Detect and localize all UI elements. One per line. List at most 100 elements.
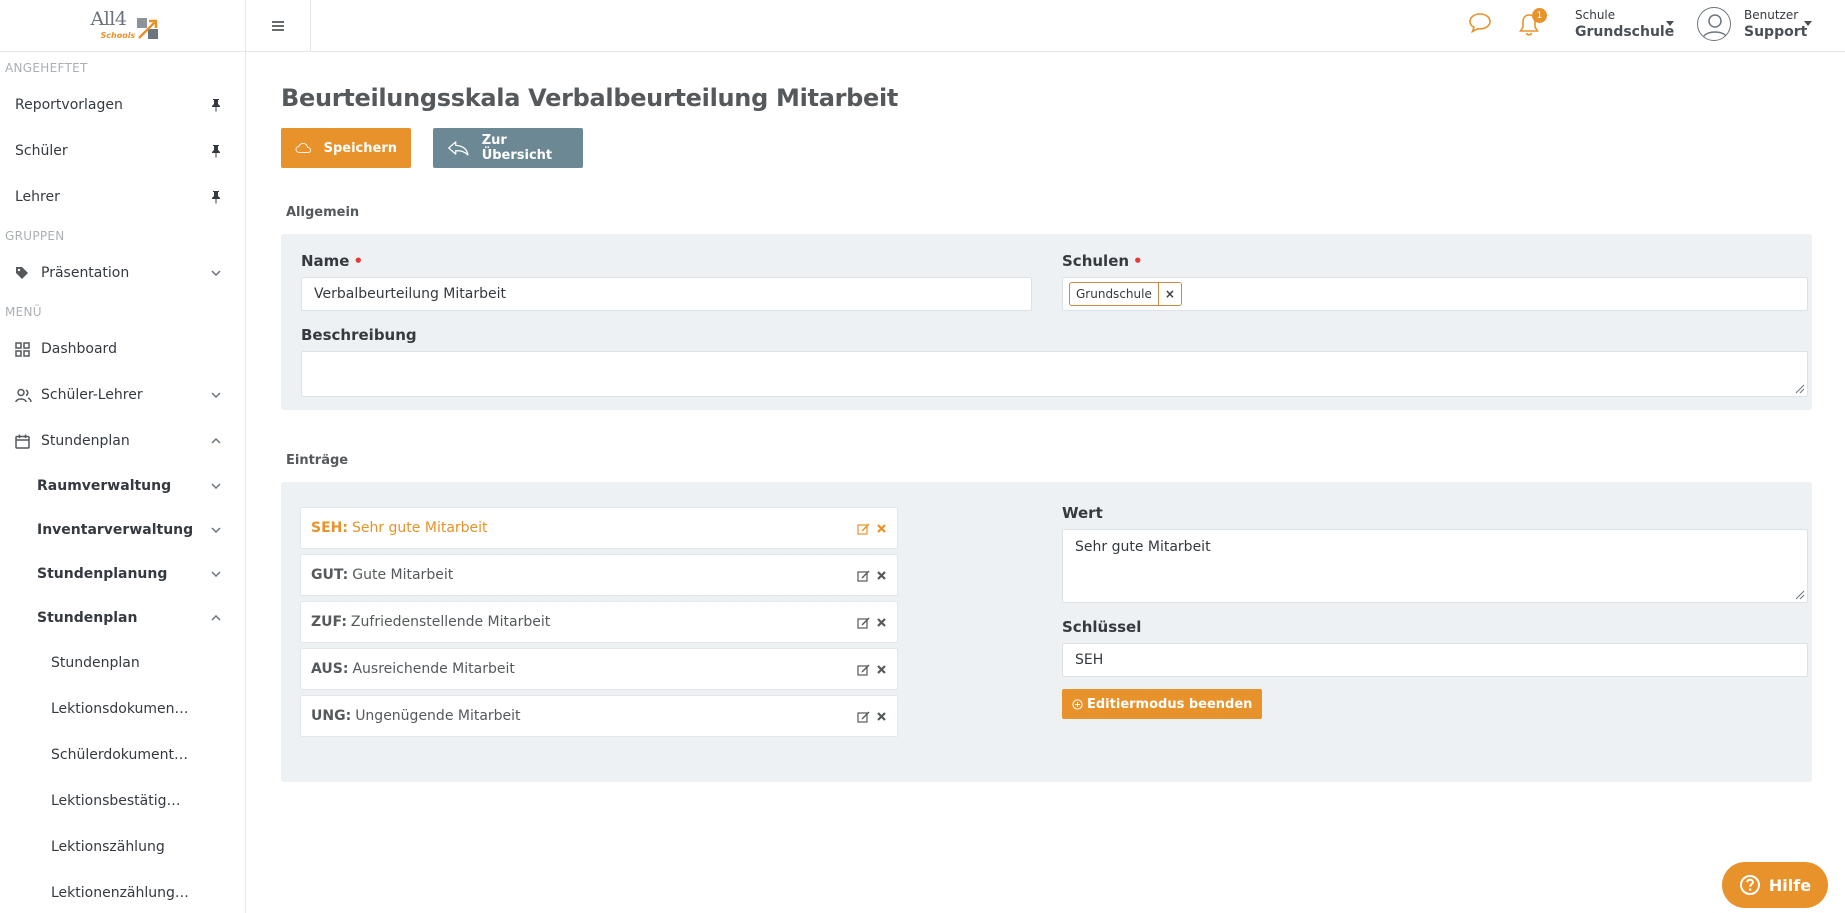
entry-row[interactable]: SEH: Sehr gute Mitarbeit bbox=[300, 507, 898, 549]
logo-box: All4 Schools bbox=[0, 0, 245, 52]
user-select-label: Benutzer bbox=[1744, 8, 1799, 22]
name-input-value: Verbalbeurteilung Mitarbeit bbox=[314, 286, 506, 302]
notification-badge: 1 bbox=[1532, 8, 1547, 23]
sidebar-item-stundenplan[interactable]: Stundenplan bbox=[0, 418, 245, 464]
sidebar-item-label: Präsentation bbox=[41, 265, 130, 281]
sidebar-item-stundenplan-page[interactable]: Stundenplan bbox=[0, 640, 245, 686]
sidebar-item-praesentation[interactable]: Präsentation bbox=[0, 250, 245, 296]
sidebar-item-dashboard[interactable]: Dashboard bbox=[0, 326, 245, 372]
delete-icon[interactable] bbox=[876, 617, 887, 628]
hamburger-icon bbox=[272, 20, 284, 31]
school-tag: Grundschule × bbox=[1069, 282, 1182, 306]
back-to-overview-button[interactable]: Zur Übersicht bbox=[433, 128, 583, 168]
sidebar-item-lektionenzaehlung[interactable]: Lektionenzählung … bbox=[0, 870, 245, 913]
edit-icon[interactable] bbox=[857, 710, 870, 723]
resize-grip-icon[interactable] bbox=[1793, 382, 1805, 394]
logo-mark-icon bbox=[136, 17, 158, 39]
notifications-button[interactable]: 1 bbox=[1518, 8, 1547, 41]
sidebar-item-lehrer[interactable]: Lehrer bbox=[0, 174, 245, 220]
pin-icon[interactable] bbox=[209, 144, 223, 158]
sidebar-item-label: Lektionsdokument… bbox=[51, 701, 189, 717]
sidebar-item-stundenplan-group[interactable]: Stundenplan bbox=[0, 596, 245, 640]
sidebar-item-label: Lektionsbestätigu… bbox=[51, 793, 189, 809]
school-caret-icon bbox=[1666, 21, 1674, 26]
sidebar-item-lektionsdokumente[interactable]: Lektionsdokument… bbox=[0, 686, 245, 732]
sidebar-item-schueler-lehrer[interactable]: Schüler-Lehrer bbox=[0, 372, 245, 418]
entry-row[interactable]: AUS: Ausreichende Mitarbeit bbox=[300, 648, 898, 690]
user-select[interactable]: Benutzer Support bbox=[1744, 7, 1807, 41]
delete-icon[interactable] bbox=[876, 570, 887, 581]
sidebar-item-schueler[interactable]: Schüler bbox=[0, 128, 245, 174]
sidebar-item-inventarverwaltung[interactable]: Inventarverwaltung bbox=[0, 508, 245, 552]
edit-icon[interactable] bbox=[857, 663, 870, 676]
delete-icon[interactable] bbox=[876, 523, 887, 534]
entry-row[interactable]: ZUF: Zufriedenstellende Mitarbeit bbox=[300, 601, 898, 643]
sidebar-item-schuelerdokumente[interactable]: Schülerdokument… bbox=[0, 732, 245, 778]
resize-grip-icon[interactable] bbox=[1793, 588, 1805, 600]
sidebar-item-label: Lektionenzählung … bbox=[51, 885, 189, 901]
menu-section-title: MENÜ bbox=[5, 305, 42, 319]
pin-icon[interactable] bbox=[209, 190, 223, 204]
chat-button[interactable] bbox=[1468, 12, 1492, 38]
entry-actions bbox=[857, 522, 887, 535]
sidebar-item-label: Reportvorlagen bbox=[15, 97, 123, 113]
edit-icon[interactable] bbox=[857, 616, 870, 629]
sidebar-item-reportvorlagen[interactable]: Reportvorlagen bbox=[0, 82, 245, 128]
general-panel: Name • Verbalbeurteilung Mitarbeit Schule… bbox=[281, 234, 1812, 410]
sidebar-item-label: Stundenplan bbox=[41, 433, 130, 449]
pinned-section-title: ANGEHEFTET bbox=[5, 61, 88, 75]
sidebar-item-label: Schüler-Lehrer bbox=[41, 387, 143, 403]
pin-icon[interactable] bbox=[209, 98, 223, 112]
save-button-label: Speichern bbox=[323, 140, 397, 156]
logo-subtext: Schools bbox=[100, 30, 136, 40]
app-logo[interactable]: All4 Schools bbox=[83, 4, 163, 48]
end-edit-mode-button[interactable]: Editiermodus beenden bbox=[1062, 689, 1263, 719]
save-button[interactable]: Speichern bbox=[281, 128, 411, 168]
entry-actions bbox=[857, 616, 887, 629]
schools-multiselect[interactable]: Grundschule × bbox=[1062, 277, 1808, 311]
remove-tag-button[interactable]: × bbox=[1159, 287, 1181, 301]
entry-row[interactable]: GUT: Gute Mitarbeit bbox=[300, 554, 898, 596]
page-title: Beurteilungsskala Verbalbeurteilung Mita… bbox=[281, 84, 899, 112]
chevron-down-icon bbox=[209, 527, 223, 533]
delete-icon[interactable] bbox=[876, 711, 887, 722]
edit-icon[interactable] bbox=[857, 522, 870, 535]
entry-text: Ungenügende Mitarbeit bbox=[355, 708, 521, 724]
help-button[interactable]: Hilfe bbox=[1722, 862, 1828, 908]
section-general-title: Allgemein bbox=[286, 205, 360, 220]
sidebar-item-lektionsbestaetigung[interactable]: Lektionsbestätigu… bbox=[0, 778, 245, 824]
name-input[interactable]: Verbalbeurteilung Mitarbeit bbox=[301, 277, 1032, 311]
chat-icon bbox=[1469, 13, 1491, 34]
entry-key: AUS: bbox=[311, 661, 349, 677]
edit-icon[interactable] bbox=[857, 569, 870, 582]
sidebar-item-stundenplanung[interactable]: Stundenplanung bbox=[0, 552, 245, 596]
sidebar-item-label: Stundenplanung bbox=[37, 566, 168, 582]
key-input[interactable]: SEH bbox=[1062, 643, 1808, 677]
users-icon bbox=[15, 388, 41, 403]
entry-key: SEH: bbox=[311, 520, 348, 536]
reply-icon bbox=[448, 141, 469, 156]
school-tag-label: Grundschule bbox=[1070, 283, 1159, 305]
delete-icon[interactable] bbox=[876, 664, 887, 675]
sidebar: All4 Schools ANGEHEFTET Reportvorlagen S… bbox=[0, 0, 246, 913]
entry-row[interactable]: UNG: Ungenügende Mitarbeit bbox=[300, 695, 898, 737]
chevron-down-icon bbox=[209, 483, 223, 489]
avatar[interactable] bbox=[1697, 7, 1731, 41]
sidebar-item-lektionszaehlung[interactable]: Lektionszählung bbox=[0, 824, 245, 870]
school-select[interactable]: Schule Grundschule bbox=[1575, 7, 1674, 41]
menu-toggle-button[interactable] bbox=[246, 0, 311, 51]
entry-text: Gute Mitarbeit bbox=[352, 567, 454, 583]
sidebar-item-raumverwaltung[interactable]: Raumverwaltung bbox=[0, 464, 245, 508]
sidebar-item-label: Schüler bbox=[15, 143, 68, 159]
section-entries-title: Einträge bbox=[286, 453, 349, 468]
schools-label: Schulen • bbox=[1062, 252, 1143, 270]
end-edit-mode-label: Editiermodus beenden bbox=[1087, 696, 1253, 712]
help-label: Hilfe bbox=[1768, 875, 1812, 895]
entry-key: GUT: bbox=[311, 567, 349, 583]
sidebar-item-label: Lehrer bbox=[15, 189, 60, 205]
description-textarea[interactable] bbox=[301, 351, 1808, 397]
tag-icon bbox=[15, 266, 41, 280]
sidebar-item-label: Dashboard bbox=[41, 341, 117, 357]
wert-textarea[interactable]: Sehr gute Mitarbeit bbox=[1062, 529, 1808, 603]
school-select-label: Schule bbox=[1575, 8, 1616, 22]
